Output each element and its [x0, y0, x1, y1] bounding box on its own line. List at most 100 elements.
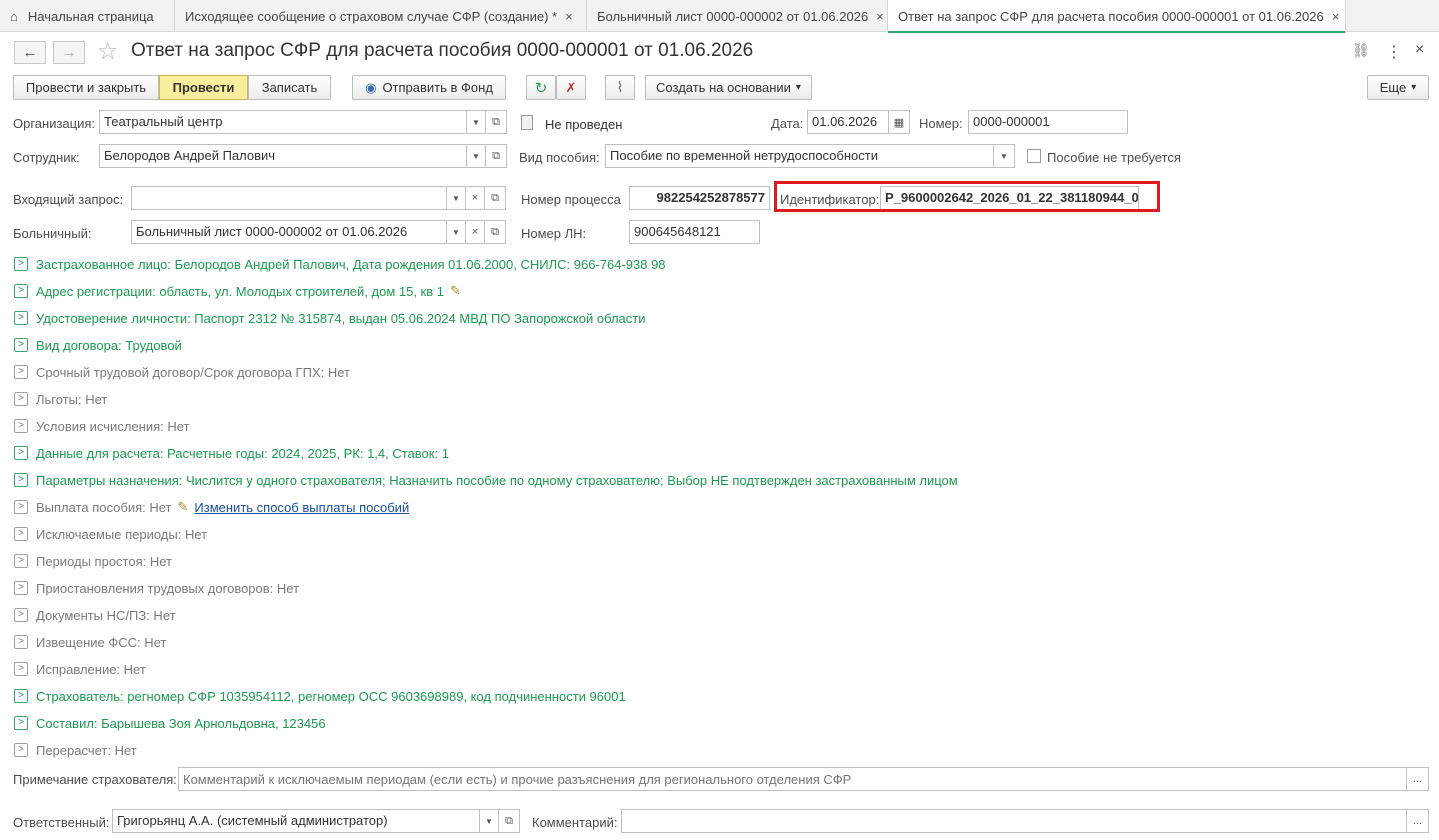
section-contract-suspensions[interactable]: > Приостановления трудовых договоров: Нет	[14, 579, 299, 597]
forward-button[interactable]: →	[53, 41, 85, 64]
section-calculation-conditions[interactable]: > Условия исчисления: Нет	[14, 417, 189, 435]
open-icon[interactable]: ⧉	[486, 110, 507, 134]
section-correction[interactable]: > Исправление: Нет	[14, 660, 146, 678]
calendar-icon[interactable]: ▦	[889, 110, 910, 134]
close-icon[interactable]: ×	[1332, 9, 1340, 24]
close-icon[interactable]: ×	[1415, 41, 1424, 59]
expand-chevron-icon[interactable]: >	[14, 635, 28, 649]
ellipsis-button[interactable]: ...	[1407, 767, 1429, 791]
globe-icon: ◉	[365, 79, 377, 95]
document-status-icon	[521, 115, 533, 130]
expand-chevron-icon[interactable]: >	[14, 527, 28, 541]
section-excluded-periods[interactable]: > Исключаемые периоды: Нет	[14, 525, 207, 543]
section-accident-documents[interactable]: > Документы НС/ПЗ: Нет	[14, 606, 176, 624]
policyholder-note-field[interactable]	[178, 767, 1407, 791]
employee-field[interactable]: Белородов Андрей Палович	[99, 144, 467, 168]
tab-outgoing-message[interactable]: Исходящее сообщение о страховом случае С…	[175, 0, 587, 32]
expand-chevron-icon[interactable]: >	[14, 446, 28, 460]
expand-chevron-icon[interactable]: >	[14, 581, 28, 595]
refresh-icon: ↻	[534, 79, 548, 97]
section-benefit-payment[interactable]: > Выплата пособия: Нет ✎ Изменить способ вы…	[14, 498, 409, 516]
expand-chevron-icon[interactable]: >	[14, 743, 28, 757]
pencil-icon[interactable]: ✎	[178, 499, 189, 515]
section-compiled-by[interactable]: > Составил: Барышева Зоя Арнольдовна, 123…	[14, 714, 326, 732]
section-policyholder[interactable]: > Страхователь: регномер СФР 1035954112, …	[14, 687, 626, 705]
chevron-down-icon[interactable]: ▼	[994, 144, 1015, 168]
tab-sfr-response[interactable]: Ответ на запрос СФР для расчета пособия …	[888, 0, 1346, 33]
expand-chevron-icon[interactable]: >	[14, 284, 28, 298]
more-button[interactable]: Еще ▾	[1367, 75, 1429, 100]
expand-chevron-icon[interactable]: >	[14, 419, 28, 433]
chevron-down-icon[interactable]: ▼	[467, 110, 486, 134]
expand-chevron-icon[interactable]: >	[14, 365, 28, 379]
expand-chevron-icon[interactable]: >	[14, 689, 28, 703]
number-field[interactable]: 0000-000001	[968, 110, 1128, 134]
ellipsis-button[interactable]: ...	[1407, 809, 1429, 833]
chevron-down-icon[interactable]: ▼	[480, 809, 499, 833]
section-contract-type[interactable]: > Вид договора: Трудовой	[14, 336, 182, 354]
open-icon[interactable]: ⧉	[485, 186, 506, 210]
open-icon[interactable]: ⧉	[499, 809, 520, 833]
section-text: Срочный трудовой договор/Срок договора Г…	[36, 364, 350, 380]
incoming-request-label: Входящий запрос:	[13, 192, 124, 207]
sick-leave-field[interactable]: Больничный лист 0000-000002 от 01.06.202…	[131, 220, 447, 244]
section-identity-document[interactable]: > Удостоверение личности: Паспорт 2312 № …	[14, 309, 646, 327]
sick-leave-number-field[interactable]: 900645648121	[629, 220, 760, 244]
process-number-field[interactable]: 982254252878577	[629, 186, 770, 210]
create-based-on-button[interactable]: Создать на основании ▾	[645, 75, 812, 100]
section-benefits[interactable]: > Льготы: Нет	[14, 390, 107, 408]
responsible-field[interactable]: Григорьянц А.А. (системный администратор…	[112, 809, 480, 833]
chevron-down-icon[interactable]: ▼	[447, 220, 466, 244]
expand-chevron-icon[interactable]: >	[14, 716, 28, 730]
section-recalculation[interactable]: > Перерасчет: Нет	[14, 741, 137, 759]
post-and-close-button[interactable]: Провести и закрыть	[13, 75, 159, 100]
tab-label: Исходящее сообщение о страховом случае С…	[185, 8, 558, 24]
tab-home[interactable]: ⌂ Начальная страница	[0, 0, 175, 32]
organization-field[interactable]: Театральный центр	[99, 110, 467, 134]
expand-chevron-icon[interactable]: >	[14, 500, 28, 514]
tab-sick-leave[interactable]: Больничный лист 0000-000002 от 01.06.202…	[587, 0, 888, 32]
open-icon[interactable]: ⧉	[486, 144, 507, 168]
back-button[interactable]: ←	[14, 41, 46, 64]
section-insured-person[interactable]: > Застрахованное лицо: Белородов Андрей П…	[14, 255, 666, 273]
benefit-not-required-checkbox[interactable]	[1027, 149, 1041, 163]
refresh-button[interactable]: ↻	[526, 75, 556, 100]
comment-field[interactable]	[621, 809, 1407, 833]
expand-chevron-icon[interactable]: >	[14, 662, 28, 676]
link-icon[interactable]: ⛓	[1352, 42, 1370, 59]
expand-chevron-icon[interactable]: >	[14, 554, 28, 568]
open-icon[interactable]: ⧉	[485, 220, 506, 244]
section-fixed-term-contract[interactable]: > Срочный трудовой договор/Срок договора …	[14, 363, 350, 381]
clear-icon[interactable]: ×	[466, 186, 485, 210]
section-assignment-parameters[interactable]: > Параметры назначения: Числится у одного…	[14, 471, 958, 489]
attach-button[interactable]: ⌇	[605, 75, 635, 100]
section-fss-notice[interactable]: > Извещение ФСС: Нет	[14, 633, 166, 651]
expand-chevron-icon[interactable]: >	[14, 608, 28, 622]
paperclip-icon: ⌇	[616, 79, 624, 95]
star-icon[interactable]: ☆	[97, 37, 119, 66]
change-payment-method-link[interactable]: Изменить способ выплаты пособий	[194, 500, 409, 515]
close-icon[interactable]: ×	[876, 9, 884, 24]
expand-chevron-icon[interactable]: >	[14, 311, 28, 325]
benefit-type-label: Вид пособия:	[519, 150, 600, 165]
date-field[interactable]: 01.06.2026	[807, 110, 889, 134]
expand-chevron-icon[interactable]: >	[14, 338, 28, 352]
send-to-fund-button[interactable]: ◉ Отправить в Фонд	[352, 75, 506, 100]
benefit-type-field[interactable]: Пособие по временной нетрудоспособности	[605, 144, 994, 168]
post-button[interactable]: Провести	[159, 75, 248, 100]
expand-chevron-icon[interactable]: >	[14, 473, 28, 487]
save-button[interactable]: Записать	[248, 75, 331, 100]
chevron-down-icon[interactable]: ▼	[467, 144, 486, 168]
more-vertical-icon[interactable]: ⋮	[1386, 42, 1402, 62]
clear-icon[interactable]: ×	[466, 220, 485, 244]
section-downtime-periods[interactable]: > Периоды простоя: Нет	[14, 552, 172, 570]
close-icon[interactable]: ×	[565, 9, 573, 24]
cancel-posting-button[interactable]: ✗	[556, 75, 586, 100]
expand-chevron-icon[interactable]: >	[14, 257, 28, 271]
section-registration-address[interactable]: > Адрес регистрации: область, ул. Молодых…	[14, 282, 461, 300]
chevron-down-icon[interactable]: ▼	[447, 186, 466, 210]
expand-chevron-icon[interactable]: >	[14, 392, 28, 406]
section-calculation-data[interactable]: > Данные для расчета: Расчетные годы: 202…	[14, 444, 449, 462]
incoming-request-field[interactable]	[131, 186, 447, 210]
pencil-icon[interactable]: ✎	[450, 283, 461, 299]
